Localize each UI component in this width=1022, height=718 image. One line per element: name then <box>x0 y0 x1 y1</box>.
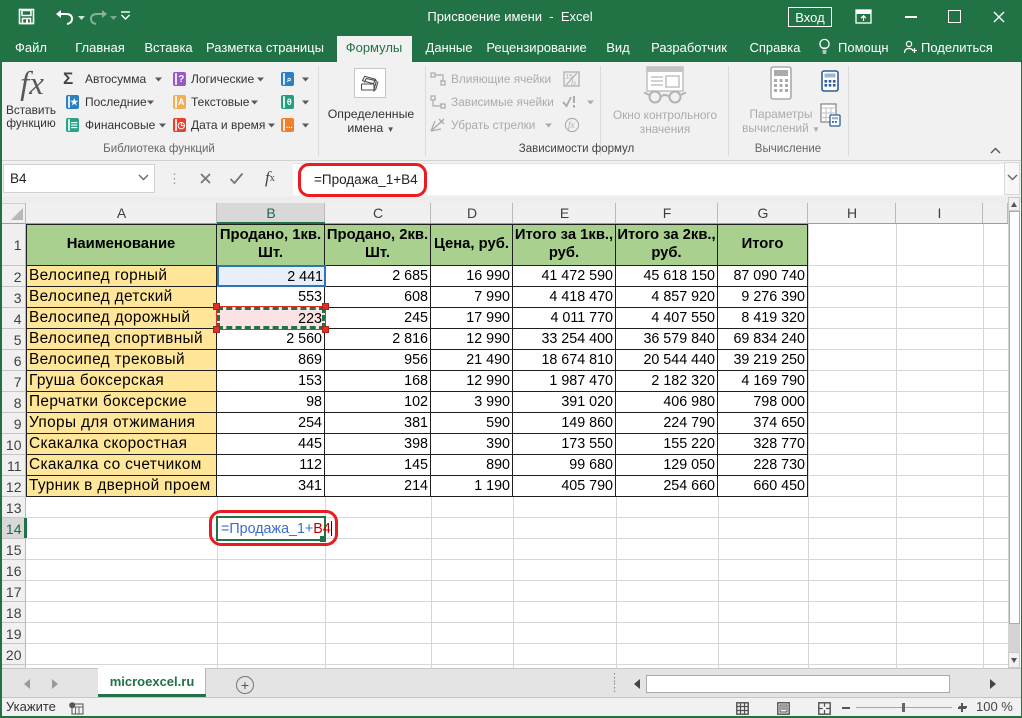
svg-text:fx: fx <box>568 120 575 130</box>
svg-text:fx: fx <box>571 79 577 87</box>
